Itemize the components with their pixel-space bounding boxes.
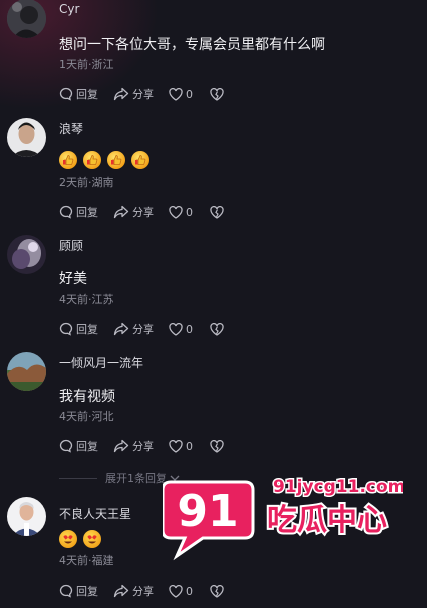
heart-eyes-emoji bbox=[59, 530, 77, 548]
reply-button[interactable]: 回复 bbox=[59, 438, 98, 454]
reply-label: 回复 bbox=[76, 323, 98, 336]
comment-username[interactable]: 一倾风月一流年 bbox=[59, 354, 143, 371]
comment-emoji-row bbox=[59, 530, 101, 548]
avatar-image bbox=[7, 0, 46, 38]
avatar[interactable] bbox=[7, 118, 46, 157]
comment-text: 想问一下各位大哥，专属会员里都有什么啊 bbox=[59, 37, 325, 53]
comment-actions: 回复 分享 0 bbox=[59, 319, 242, 339]
like-button[interactable]: 0 bbox=[169, 205, 193, 219]
heart-icon bbox=[169, 205, 183, 219]
comment-meta: 1天前·浙江 bbox=[59, 58, 114, 71]
reply-button[interactable]: 回复 bbox=[59, 86, 98, 102]
like-button[interactable]: 0 bbox=[169, 87, 193, 101]
reply-icon bbox=[59, 205, 73, 219]
avatar[interactable] bbox=[7, 497, 46, 536]
dislike-button[interactable] bbox=[210, 584, 227, 598]
share-button[interactable]: 分享 bbox=[113, 438, 154, 454]
broken-heart-icon bbox=[210, 87, 224, 101]
reply-icon bbox=[59, 87, 73, 101]
broken-heart-icon bbox=[210, 205, 224, 219]
avatar-image bbox=[7, 352, 46, 391]
like-count: 0 bbox=[186, 439, 193, 453]
share-label: 分享 bbox=[132, 585, 154, 598]
share-label: 分享 bbox=[132, 323, 154, 336]
avatar[interactable] bbox=[7, 0, 46, 38]
watermark-logo: 91 91jycg11.com 吃瓜中心 bbox=[161, 468, 407, 568]
comment-actions: 回复 分享 0 bbox=[59, 84, 242, 104]
comment-text: 我有视频 bbox=[59, 389, 115, 405]
comment-username[interactable]: 顾顾 bbox=[59, 237, 83, 254]
watermark-name: 吃瓜中心 bbox=[267, 503, 387, 538]
comment-actions: 回复 分享 0 bbox=[59, 202, 242, 222]
reply-label: 回复 bbox=[76, 585, 98, 598]
share-button[interactable]: 分享 bbox=[113, 583, 154, 599]
share-label: 分享 bbox=[132, 440, 154, 453]
like-button[interactable]: 0 bbox=[169, 322, 193, 336]
share-icon bbox=[113, 205, 129, 219]
reply-label: 回复 bbox=[76, 88, 98, 101]
share-icon bbox=[113, 439, 129, 453]
heart-icon bbox=[169, 87, 183, 101]
watermark-domain: 91jycg11.com bbox=[273, 477, 403, 497]
comment-actions: 回复 分享 0 bbox=[59, 581, 242, 601]
comment-meta: 4天前·福建 bbox=[59, 554, 114, 567]
dislike-button[interactable] bbox=[210, 439, 227, 453]
dislike-button[interactable] bbox=[210, 205, 227, 219]
like-count: 0 bbox=[186, 87, 193, 101]
reply-label: 回复 bbox=[76, 440, 98, 453]
divider bbox=[59, 477, 97, 479]
like-count: 0 bbox=[186, 322, 193, 336]
thumbs-up-emoji bbox=[131, 151, 149, 169]
comment-meta: 4天前·江苏 bbox=[59, 293, 114, 306]
avatar-image bbox=[7, 235, 46, 274]
comment-meta: 4天前·河北 bbox=[59, 410, 114, 423]
reply-button[interactable]: 回复 bbox=[59, 321, 98, 337]
comment-actions: 回复 分享 0 bbox=[59, 436, 242, 456]
share-label: 分享 bbox=[132, 206, 154, 219]
avatar[interactable] bbox=[7, 352, 46, 391]
heart-eyes-emoji bbox=[83, 530, 101, 548]
like-count: 0 bbox=[186, 584, 193, 598]
like-button[interactable]: 0 bbox=[169, 584, 193, 598]
share-icon bbox=[113, 322, 129, 336]
dislike-button[interactable] bbox=[210, 322, 227, 336]
comment-username[interactable]: 不良人天王星 bbox=[59, 505, 131, 522]
broken-heart-icon bbox=[210, 439, 224, 453]
broken-heart-icon bbox=[210, 322, 224, 336]
share-button[interactable]: 分享 bbox=[113, 86, 154, 102]
heart-icon bbox=[169, 584, 183, 598]
reply-icon bbox=[59, 439, 73, 453]
broken-heart-icon bbox=[210, 584, 224, 598]
thumbs-up-emoji bbox=[83, 151, 101, 169]
reply-button[interactable]: 回复 bbox=[59, 204, 98, 220]
comment-username[interactable]: 浪琴 bbox=[59, 120, 83, 137]
heart-icon bbox=[169, 439, 183, 453]
thumbs-up-emoji bbox=[59, 151, 77, 169]
comment-username[interactable]: Cyr bbox=[59, 2, 79, 16]
avatar-image bbox=[7, 497, 46, 536]
thumbs-up-emoji bbox=[107, 151, 125, 169]
avatar-image bbox=[7, 118, 46, 157]
reply-icon bbox=[59, 584, 73, 598]
avatar[interactable] bbox=[7, 235, 46, 274]
like-button[interactable]: 0 bbox=[169, 439, 193, 453]
reply-button[interactable]: 回复 bbox=[59, 583, 98, 599]
like-count: 0 bbox=[186, 205, 193, 219]
share-label: 分享 bbox=[132, 88, 154, 101]
watermark-number: 91 bbox=[177, 486, 238, 537]
comment-text: 好美 bbox=[59, 271, 87, 287]
comment-emoji-row bbox=[59, 151, 149, 169]
share-icon bbox=[113, 584, 129, 598]
heart-icon bbox=[169, 322, 183, 336]
reply-label: 回复 bbox=[76, 206, 98, 219]
share-button[interactable]: 分享 bbox=[113, 204, 154, 220]
expand-replies-label: 展开1条回复 bbox=[105, 472, 167, 485]
share-button[interactable]: 分享 bbox=[113, 321, 154, 337]
reply-icon bbox=[59, 322, 73, 336]
watermark-graphic: 91 91jycg11.com 吃瓜中心 bbox=[161, 476, 407, 561]
dislike-button[interactable] bbox=[210, 87, 227, 101]
comment-meta: 2天前·湖南 bbox=[59, 176, 114, 189]
share-icon bbox=[113, 87, 129, 101]
